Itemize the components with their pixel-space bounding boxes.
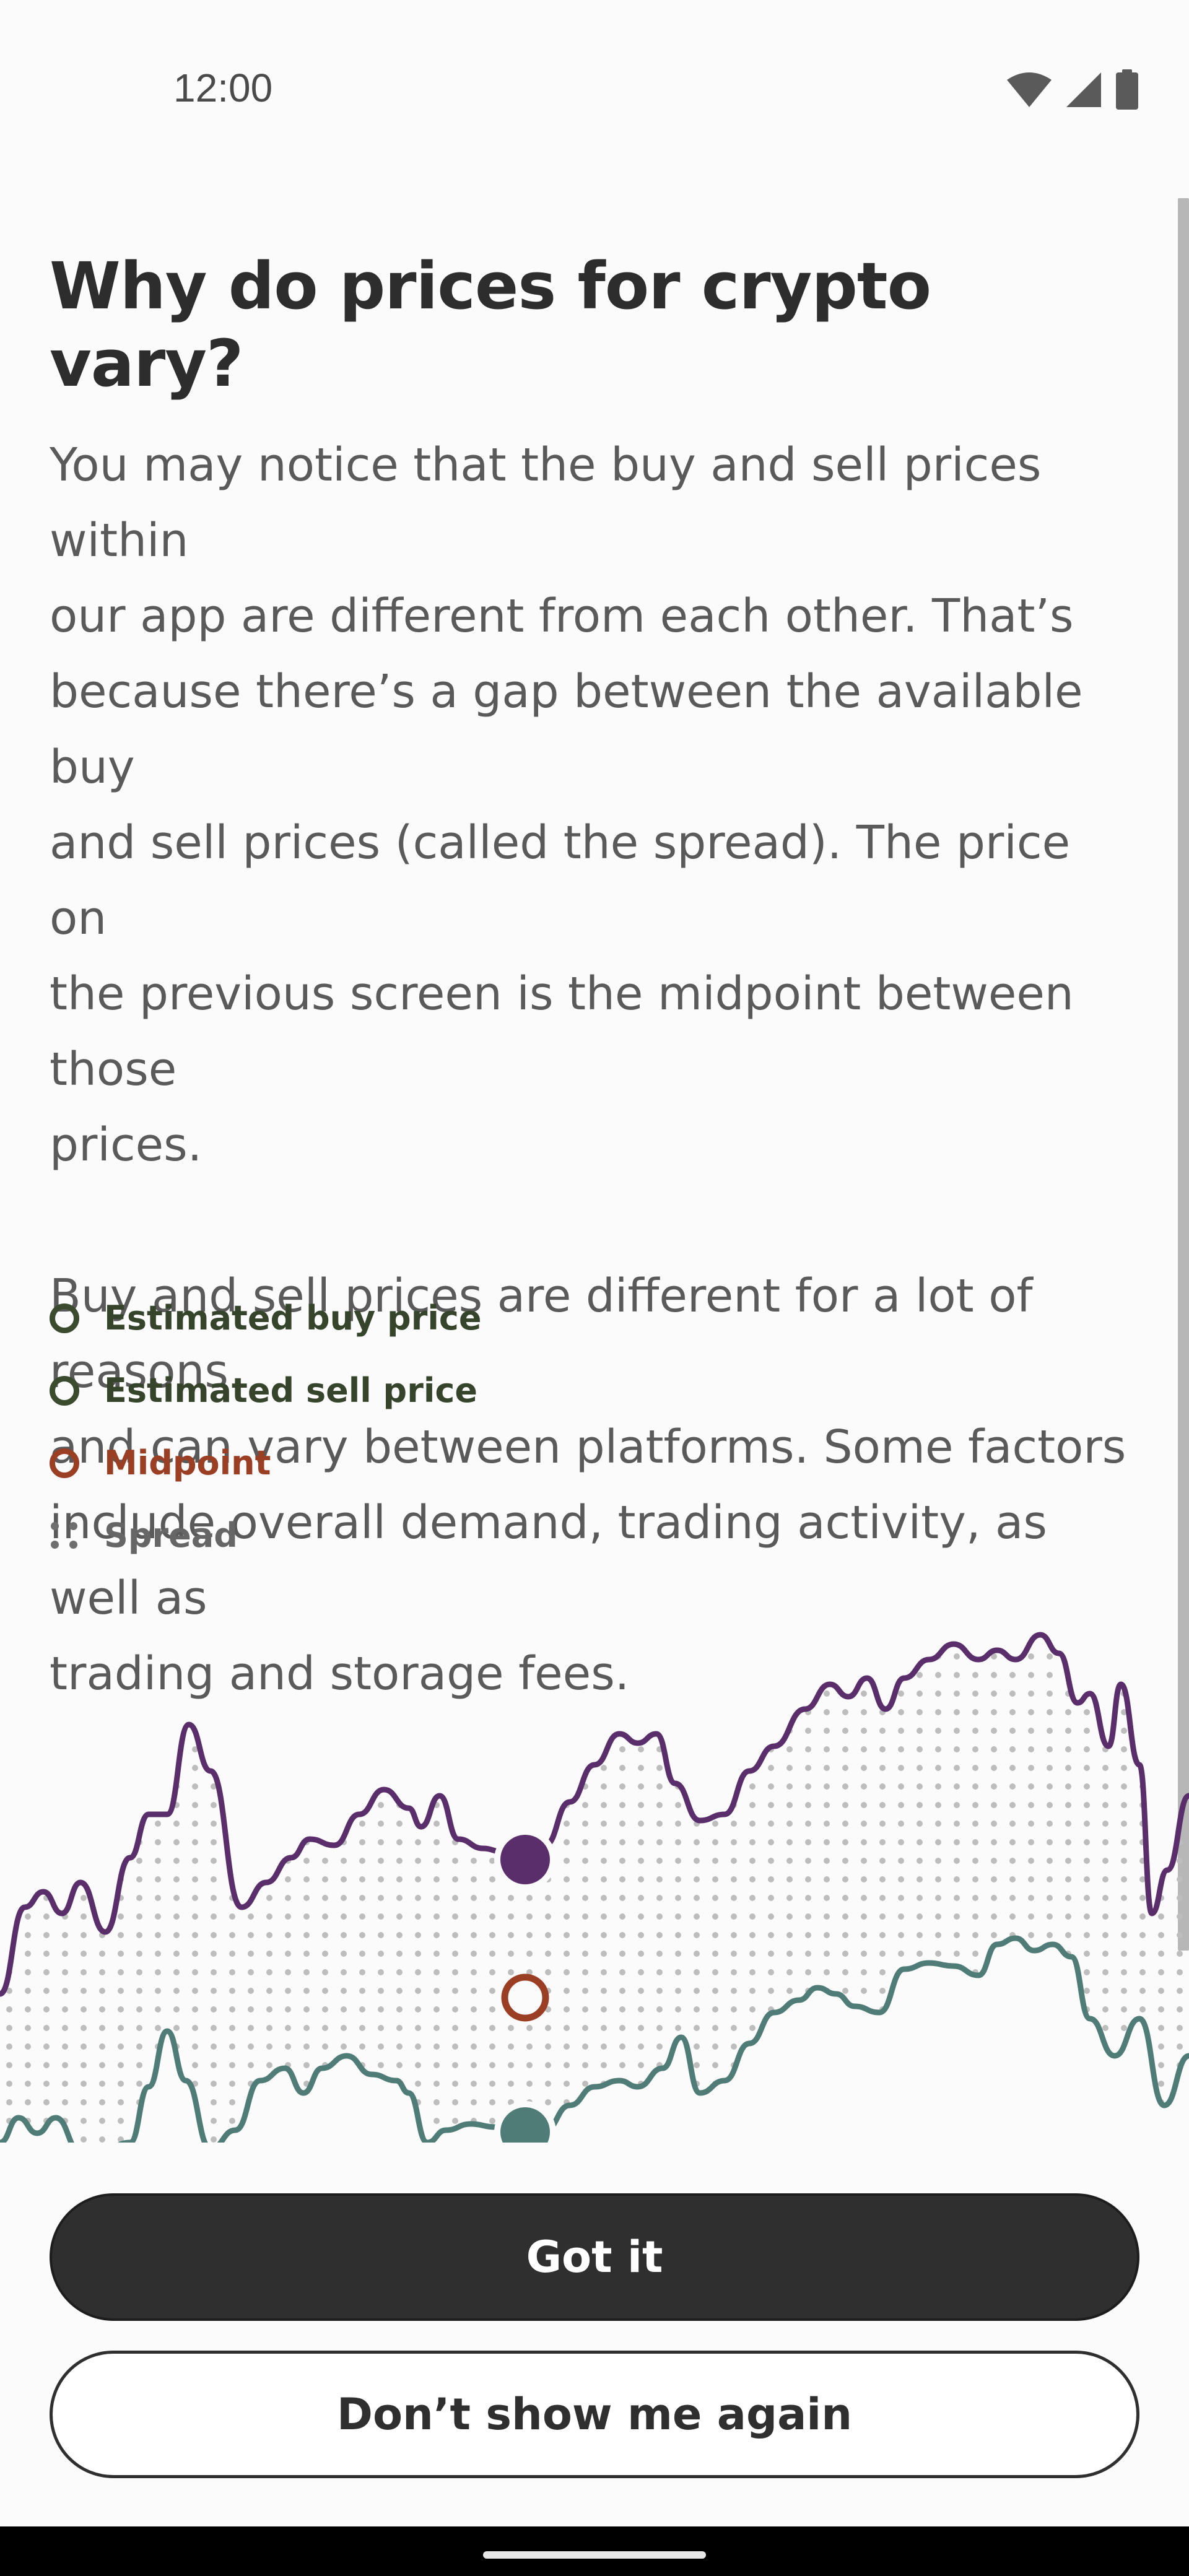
status-icons [1006,68,1139,111]
legend-item-spread: Spread [50,1499,481,1572]
legend-label-spread: Spread [104,1516,238,1555]
home-gesture-handle[interactable] [483,2551,706,2559]
legend-label-midpoint: Midpoint [104,1443,271,1482]
price-chart-svg [0,1632,1189,2143]
cellular-signal-icon [1066,72,1101,107]
paragraph-1-line: our app are different from each other. T… [50,589,1074,643]
got-it-button[interactable]: Got it [50,2193,1139,2321]
legend-item-buy: Estimated buy price [50,1282,481,1354]
page-title: Why do prices for crypto vary? [50,248,931,401]
legend-label-sell: Estimated sell price [104,1371,477,1410]
price-spread-illustration [0,1610,1189,2143]
buy-price-point-dot [500,1835,550,1884]
paragraph-1-line: the previous screen is the midpoint betw… [50,967,1074,1096]
chart-legend: Estimated buy price Estimated sell price… [50,1282,481,1572]
buy-price-marker-icon [50,1303,79,1333]
dont-show-again-button[interactable]: Don’t show me again [50,2351,1139,2478]
paragraph-1-line: and sell prices (called the spread). The… [50,816,1071,945]
paragraph-1-line: prices. [50,1118,203,1172]
midpoint-marker-icon [50,1448,79,1478]
legend-label-buy: Estimated buy price [104,1299,482,1338]
sell-price-marker-icon [50,1375,79,1406]
legend-item-midpoint: Midpoint [50,1427,481,1499]
midpoint-point [501,1973,549,2022]
status-bar: 12:00 [0,0,1189,186]
paragraph-1-line: You may notice that the buy and sell pri… [50,438,1042,567]
wifi-icon [1007,72,1052,107]
status-time: 12:00 [173,66,273,110]
explanation-paragraph-1: You may notice that the buy and sell pri… [50,427,1133,1183]
system-navigation-bar [0,2526,1189,2576]
legend-item-sell: Estimated sell price [50,1354,481,1427]
spread-dots-icon [50,1521,79,1551]
paragraph-1-line: because there’s a gap between the availa… [50,664,1083,794]
battery-icon [1116,69,1138,110]
